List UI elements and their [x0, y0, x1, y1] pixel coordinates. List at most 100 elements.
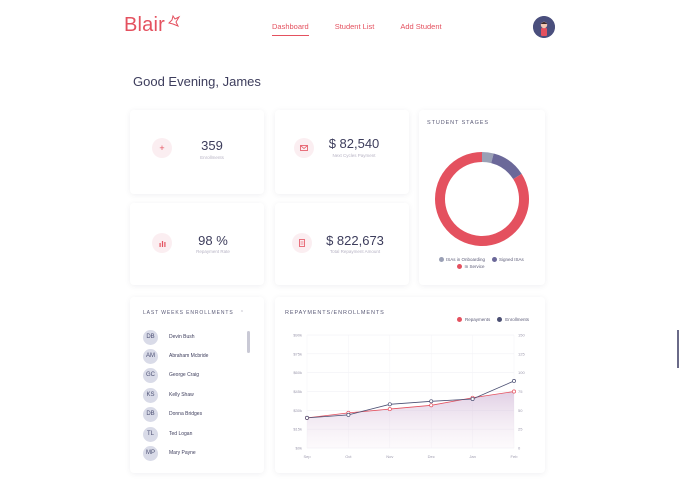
y-left-tick-label: $15k — [293, 427, 302, 432]
student-name: George Craig — [169, 372, 200, 378]
student-name: Ted Logan — [169, 431, 193, 437]
plus-icon: + — [152, 138, 172, 158]
list-item[interactable]: DB Donna Bridges — [143, 406, 203, 422]
y-left-tick-label: $75k — [293, 351, 302, 356]
list-item[interactable]: KS Kelly Shaw — [143, 387, 194, 403]
student-name: Kelly Shaw — [169, 392, 194, 398]
y-right-tick-label: 50 — [518, 408, 523, 413]
x-tick-label: Jan — [469, 454, 475, 459]
list-item[interactable]: AM Abraham Mcbride — [143, 348, 209, 364]
enrollments-point[interactable] — [512, 379, 516, 383]
repayments-point[interactable] — [387, 407, 392, 412]
list-item[interactable]: GC George Craig — [143, 367, 200, 383]
legend-label: Enrollments — [505, 317, 530, 322]
initials-avatar: GC — [143, 367, 158, 383]
bar-chart-icon — [152, 233, 172, 253]
initials-avatar: AM — [143, 348, 158, 364]
legend-label: Repayments — [465, 317, 491, 322]
repayments-point[interactable] — [429, 403, 434, 408]
y-right-tick-label: 125 — [518, 351, 525, 356]
list-item[interactable]: TL Ted Logan — [143, 426, 193, 442]
stat-value: $ 822,673 — [326, 233, 384, 248]
legend-dot-enrollments — [497, 317, 503, 322]
stat-label: Repayment Rate — [196, 249, 230, 254]
chevron-up-icon[interactable]: ⌃ — [240, 310, 245, 316]
nav-add-student[interactable]: Add Student — [400, 22, 441, 31]
y-right-tick-label: 150 — [518, 333, 525, 338]
list-scrollbar[interactable] — [247, 331, 250, 353]
x-tick-label: Dec — [428, 454, 435, 459]
list-item[interactable]: MP Mary Payne — [143, 445, 196, 461]
y-left-tick-label: $45k — [293, 389, 302, 394]
legend-label: Signed ISAs — [499, 257, 524, 262]
mail-icon — [294, 138, 314, 158]
enrollments-point[interactable] — [387, 402, 392, 407]
page-scrollbar[interactable] — [677, 330, 679, 368]
initials-avatar: MP — [143, 445, 158, 461]
repayments-title: REPAYMENTS/ENROLLMENTS — [285, 310, 385, 316]
stages-title: STUDENT STAGES — [427, 120, 489, 126]
repayments-line-chart: $0k $15k $30k $45k $60k $75k $90k 0 25 50 75 100 125… — [293, 333, 525, 460]
repayments-legend: Repayments Enrollments — [457, 317, 529, 322]
stat-value: 359 — [201, 138, 223, 153]
nav-student-list[interactable]: Student List — [335, 22, 375, 31]
nav-links: Dashboard Student List Add Student — [272, 22, 442, 36]
avatar-illustration — [533, 16, 555, 38]
enrollments-title-text: LAST WEEKS ENROLLMENTS — [143, 310, 234, 316]
enrollments-point[interactable] — [470, 397, 475, 401]
user-avatar[interactable] — [533, 16, 555, 38]
y-left-tick-label: $60k — [293, 370, 302, 375]
y-left-tick-label: $30k — [293, 408, 302, 413]
donut-slice-2[interactable] — [490, 153, 522, 180]
dashboard-page: Blair Dashboard Student List Add Student… — [0, 0, 680, 486]
enrollments-point[interactable] — [429, 399, 434, 404]
repayments-point[interactable] — [512, 389, 516, 394]
list-item[interactable]: DB Devin Bush — [143, 329, 195, 345]
y-left-tick-label: $0k — [296, 446, 302, 451]
stat-card-next-payment: $ 82,540 Next Cycles Payment — [275, 110, 409, 194]
enrollments-title: LAST WEEKS ENROLLMENTS ⌃ — [143, 310, 245, 316]
initials-avatar: DB — [143, 406, 158, 422]
legend-dot-repayments — [457, 317, 462, 322]
legend-label: ISAs in Onboarding — [446, 257, 486, 262]
stat-label: Next Cycles Payment — [332, 153, 376, 158]
greeting-heading: Good Evening, James — [133, 74, 261, 89]
donut-slice-1[interactable] — [481, 152, 494, 164]
student-name: Donna Bridges — [169, 411, 203, 417]
document-icon — [292, 233, 312, 253]
student-stages-card: STUDENT STAGES ISAs in Onboarding Signed… — [419, 110, 545, 285]
stat-value: 98 % — [198, 233, 228, 248]
nav-dashboard[interactable]: Dashboard — [272, 22, 309, 36]
legend-item-onboarding: ISAs in Onboarding — [439, 257, 485, 262]
stat-card-repayment-rate: 98 % Repayment Rate — [130, 203, 264, 285]
legend-item-signed: Signed ISAs — [492, 257, 524, 262]
x-tick-label: Oct — [345, 454, 352, 459]
y-left-tick-label: $90k — [293, 333, 302, 338]
enrollments-point[interactable] — [346, 412, 351, 417]
stages-donut-chart — [435, 152, 529, 246]
initials-avatar: DB — [143, 329, 158, 345]
y-right-tick-label: 0 — [518, 446, 521, 451]
legend-item-service: In Service — [421, 264, 521, 269]
app-logo[interactable]: Blair — [124, 14, 181, 37]
bird-icon — [168, 14, 181, 27]
stat-card-total-repayment: $ 822,673 Total Repayment Amount — [275, 203, 409, 285]
y-right-tick-label: 100 — [518, 370, 525, 375]
repayments-area — [307, 391, 514, 448]
top-navigation: Blair Dashboard Student List Add Student — [0, 0, 680, 56]
stat-label: Total Repayment Amount — [329, 249, 381, 254]
x-tick-label: Sep — [303, 454, 311, 459]
student-name: Abraham Mcbride — [169, 353, 209, 359]
stat-label: Enrollments — [200, 155, 224, 160]
initials-avatar: KS — [143, 387, 158, 403]
logo-text: Blair — [124, 14, 166, 36]
stat-card-enrollments: + 359 Enrollments — [130, 110, 264, 194]
legend-label: In Service — [464, 264, 485, 269]
y-right-tick-label: 25 — [518, 427, 523, 432]
stat-value: $ 82,540 — [328, 136, 380, 151]
student-name: Devin Bush — [169, 334, 195, 340]
enrollments-point[interactable] — [305, 415, 309, 420]
x-tick-label: Nov — [386, 454, 393, 459]
y-right-tick-label: 75 — [518, 389, 523, 394]
student-name: Mary Payne — [169, 450, 196, 456]
